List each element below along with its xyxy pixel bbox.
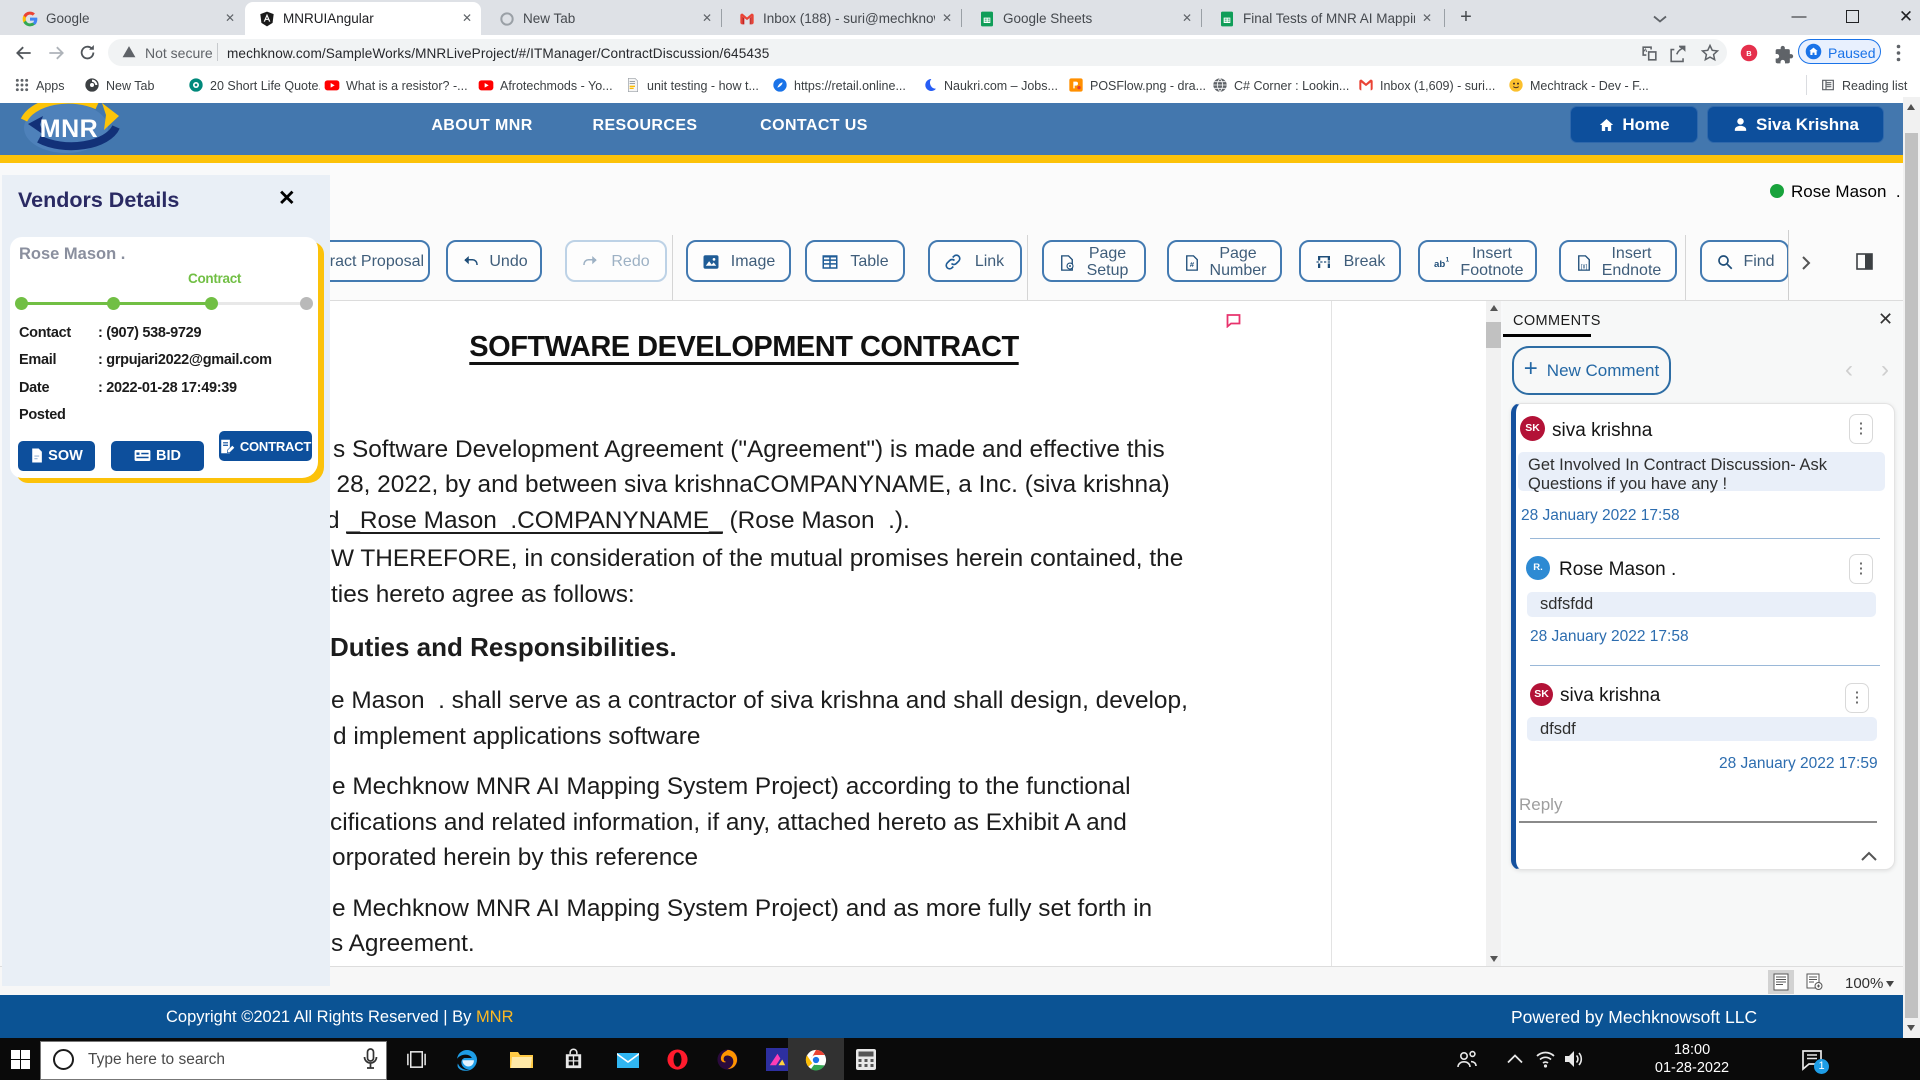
svg-text:#: # bbox=[1190, 260, 1195, 269]
svg-text:B: B bbox=[1746, 49, 1752, 58]
svg-text:[ii]: [ii] bbox=[1581, 264, 1587, 270]
svg-text:ab: ab bbox=[1434, 259, 1445, 270]
svg-text:MNR: MNR bbox=[40, 115, 98, 143]
